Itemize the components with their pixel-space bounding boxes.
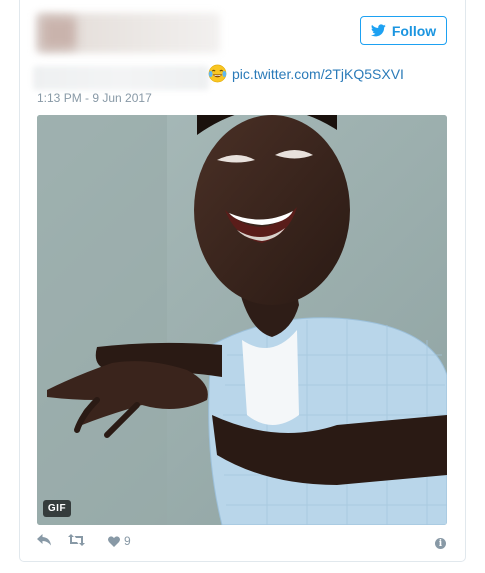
gif-badge: GIF: [43, 500, 71, 517]
face-with-tears-of-joy-icon: [208, 64, 227, 83]
reply-icon: [37, 534, 51, 546]
blurred-tweet-text: [33, 66, 209, 90]
tweet-timestamp[interactable]: 1:13 PM - 9 Jun 2017: [37, 91, 152, 105]
follow-label: Follow: [391, 22, 437, 39]
heart-icon: [108, 535, 120, 547]
media-link[interactable]: pic.twitter.com/2TjKQ5SXVI: [232, 66, 404, 82]
like-count: 9: [124, 534, 131, 548]
blurred-avatar: [42, 17, 76, 49]
follow-button[interactable]: Follow: [360, 16, 447, 45]
twitter-bird-icon: [370, 24, 386, 37]
reply-button[interactable]: [37, 534, 51, 546]
gif-media[interactable]: [37, 115, 447, 525]
like-button[interactable]: 9: [108, 534, 131, 548]
retweet-button[interactable]: [68, 534, 85, 546]
laughing-man-image: [37, 115, 447, 525]
info-icon[interactable]: i: [435, 538, 446, 549]
retweet-icon: [68, 534, 85, 546]
